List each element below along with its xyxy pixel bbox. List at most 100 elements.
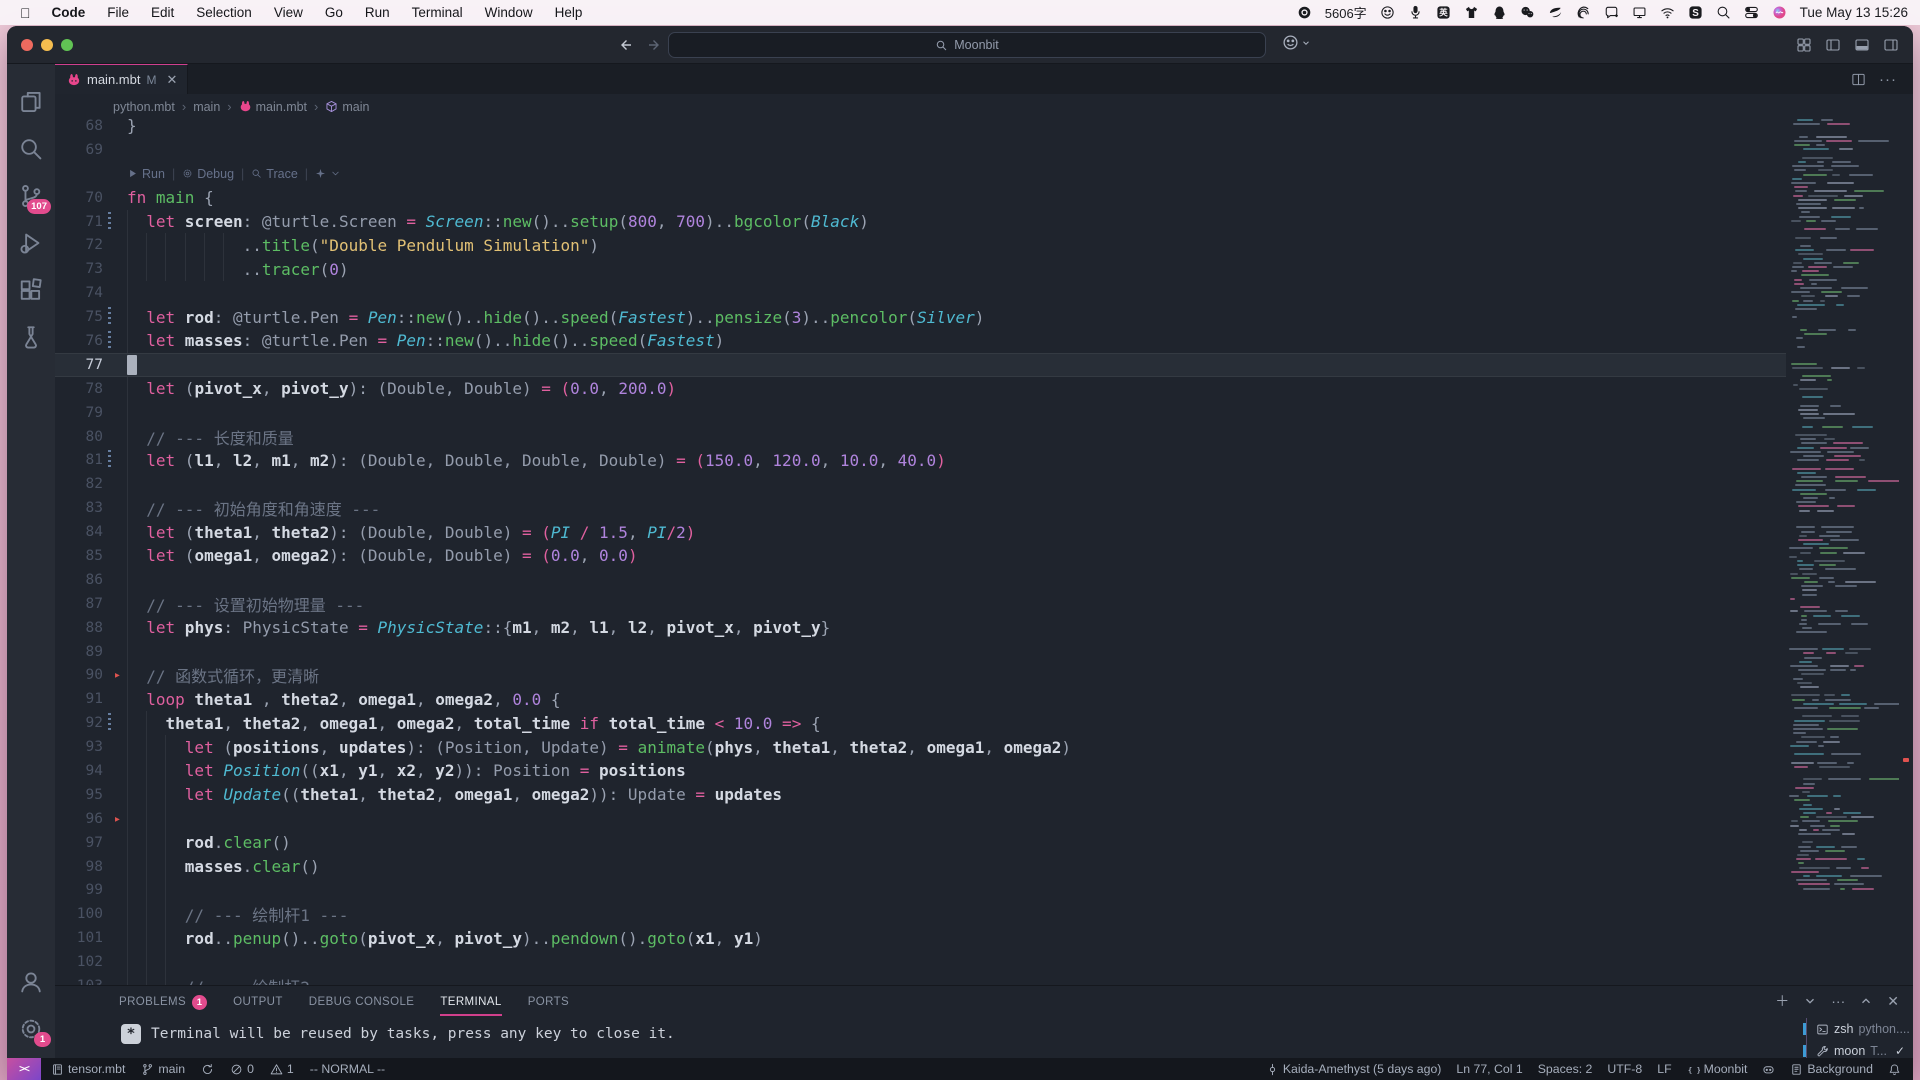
code-line-82[interactable]: 82 bbox=[55, 472, 1786, 496]
terminal-tab-zsh[interactable]: zshpython.... bbox=[1807, 1018, 1913, 1040]
menu-item-go[interactable]: Go bbox=[314, 5, 354, 20]
activity-settings-gear-icon[interactable]: 1 bbox=[7, 1005, 55, 1052]
code-line-70[interactable]: 70fn main { bbox=[55, 186, 1786, 210]
activity-run-debug-icon[interactable] bbox=[7, 219, 55, 266]
spotlight-search-icon[interactable] bbox=[1716, 5, 1731, 20]
menu-item-window[interactable]: Window bbox=[474, 5, 544, 20]
overview-ruler[interactable] bbox=[1899, 119, 1913, 985]
new-terminal-plus-icon[interactable]: ＋ bbox=[1775, 991, 1789, 1011]
english-input-icon[interactable]: 英 bbox=[1436, 5, 1451, 20]
panel-tab-problems[interactable]: PROBLEMS1 bbox=[119, 986, 207, 1016]
menu-item-edit[interactable]: Edit bbox=[140, 5, 185, 20]
activity-source-control-icon[interactable]: 107 bbox=[7, 172, 55, 219]
code-line-100[interactable]: 100 // --- 绘制杆1 --- bbox=[55, 902, 1786, 926]
code-line-87[interactable]: 87 // --- 设置初始物理量 --- bbox=[55, 592, 1786, 616]
code-line-88[interactable]: 88 let phys: PhysicState = PhysicState::… bbox=[55, 616, 1786, 640]
editor-more-actions-icon[interactable]: ··· bbox=[1879, 71, 1897, 88]
code-line-75[interactable]: 75 let rod: @turtle.Pen = Pen::new()..hi… bbox=[55, 305, 1786, 329]
breadcrumb-item[interactable]: python.mbt bbox=[113, 100, 175, 114]
menu-item-selection[interactable]: Selection bbox=[185, 5, 263, 20]
code-line-102[interactable]: 102 bbox=[55, 950, 1786, 974]
launch-profile-chevron-icon[interactable] bbox=[1803, 994, 1817, 1008]
zoom-window-button[interactable] bbox=[61, 39, 73, 51]
close-window-button[interactable] bbox=[21, 39, 33, 51]
menu-item-file[interactable]: File bbox=[96, 5, 140, 20]
mic-icon[interactable] bbox=[1408, 5, 1423, 20]
chat-app-icon[interactable] bbox=[1604, 5, 1619, 20]
tab-close-icon[interactable]: ✕ bbox=[166, 72, 177, 88]
close-panel-icon[interactable]: ✕ bbox=[1887, 993, 1899, 1010]
qq-app-icon[interactable] bbox=[1492, 5, 1507, 20]
code-line-78[interactable]: 78 let (pivot_x, pivot_y): (Double, Doub… bbox=[55, 377, 1786, 401]
code-line-80[interactable]: 80 // --- 长度和质量 bbox=[55, 425, 1786, 449]
code-line-90[interactable]: 90▶ // 函数式循环，更清晰 bbox=[55, 663, 1786, 687]
status-item-tensor-mbt[interactable]: tensor.mbt bbox=[51, 1062, 125, 1076]
code-line-94[interactable]: 94 let Position((x1, y1, x2, y2)): Posit… bbox=[55, 759, 1786, 783]
menu-clock[interactable]: Tue May 13 15:26 bbox=[1800, 5, 1908, 20]
code-line-103[interactable]: 103 // --- 绘制杆2 --- bbox=[55, 974, 1786, 985]
status-item-1[interactable]: 1 bbox=[270, 1062, 294, 1076]
display-icon[interactable] bbox=[1632, 5, 1647, 20]
activity-extensions-icon[interactable] bbox=[7, 266, 55, 313]
apple-menu-icon[interactable]:  bbox=[12, 5, 41, 21]
code-line-79[interactable]: 79 bbox=[55, 401, 1786, 425]
breadcrumb-item[interactable]: main bbox=[193, 100, 220, 114]
code-line-83[interactable]: 83 // --- 初始角度和角速度 --- bbox=[55, 496, 1786, 520]
panel-tab-terminal[interactable]: TERMINAL bbox=[440, 986, 501, 1016]
toggle-primary-sidebar-icon[interactable] bbox=[1825, 37, 1841, 53]
menu-item-help[interactable]: Help bbox=[544, 5, 594, 20]
code-line-73[interactable]: 73 ..tracer(0) bbox=[55, 257, 1786, 281]
menu-item-terminal[interactable]: Terminal bbox=[401, 5, 474, 20]
wechat-icon[interactable] bbox=[1520, 5, 1535, 20]
status-item-background[interactable]: Background bbox=[1790, 1062, 1873, 1076]
code-line-84[interactable]: 84 let (theta1, theta2): (Double, Double… bbox=[55, 520, 1786, 544]
codelens-run[interactable]: Run bbox=[127, 167, 165, 181]
code-line-97[interactable]: 97 rod.clear() bbox=[55, 831, 1786, 855]
split-editor-icon[interactable] bbox=[1851, 72, 1866, 87]
code-line-77[interactable]: 77 bbox=[55, 353, 1786, 377]
profile-button[interactable] bbox=[1282, 34, 1311, 51]
code-line-81[interactable]: 81 let (l1, l2, m1, m2): (Double, Double… bbox=[55, 448, 1786, 472]
status-item-copilot-icon[interactable] bbox=[1762, 1063, 1775, 1076]
minimap[interactable] bbox=[1786, 119, 1899, 985]
code-line-96[interactable]: 96▶ bbox=[55, 807, 1786, 831]
status-item-sync-icon[interactable] bbox=[201, 1063, 214, 1076]
nav-forward-icon[interactable] bbox=[647, 37, 663, 53]
activity-testing-flask-icon[interactable] bbox=[7, 313, 55, 360]
code-line-89[interactable]: 89 bbox=[55, 640, 1786, 664]
code-line-68[interactable]: 68} bbox=[55, 119, 1786, 138]
tab-main-mbt[interactable]: main.mbt M ✕ bbox=[55, 64, 188, 94]
smiley-input-icon[interactable] bbox=[1380, 5, 1395, 20]
status-item-lf[interactable]: LF bbox=[1657, 1062, 1671, 1076]
siri-icon[interactable] bbox=[1772, 5, 1787, 20]
codelens-debug[interactable]: Debug bbox=[182, 167, 234, 181]
code-line-93[interactable]: 93 let (positions, updates): (Position, … bbox=[55, 735, 1786, 759]
code-line-86[interactable]: 86 bbox=[55, 568, 1786, 592]
status-item-ln-77-col-1[interactable]: Ln 77, Col 1 bbox=[1456, 1062, 1522, 1076]
code-line-71[interactable]: 71 let screen: @turtle.Screen = Screen::… bbox=[55, 210, 1786, 234]
panel-tab-ports[interactable]: PORTS bbox=[528, 986, 569, 1016]
minimize-window-button[interactable] bbox=[41, 39, 53, 51]
codelens-ai[interactable] bbox=[315, 168, 341, 179]
status-item-kaida-amethyst-5-days-ag[interactable]: Kaida-Amethyst (5 days ago) bbox=[1266, 1062, 1442, 1076]
shirt-app-icon[interactable] bbox=[1464, 5, 1479, 20]
breadcrumb-item[interactable]: main.mbt bbox=[239, 100, 307, 114]
code-line-85[interactable]: 85 let (omega1, omega2): (Double, Double… bbox=[55, 544, 1786, 568]
customize-layout-icon[interactable] bbox=[1796, 37, 1812, 53]
maximize-panel-chevron-icon[interactable] bbox=[1859, 994, 1873, 1008]
fingerprint-app-icon[interactable] bbox=[1576, 5, 1591, 20]
status-item--normal-[interactable]: -- NORMAL -- bbox=[310, 1062, 385, 1076]
codelens-trace[interactable]: Trace bbox=[251, 167, 298, 181]
code-line-98[interactable]: 98 masses.clear() bbox=[55, 855, 1786, 879]
status-item-spaces-2[interactable]: Spaces: 2 bbox=[1538, 1062, 1593, 1076]
panel-more-actions-icon[interactable]: ··· bbox=[1831, 993, 1845, 1009]
code-line-69[interactable]: 69 bbox=[55, 138, 1786, 162]
code-line-101[interactable]: 101 rod..penup()..goto(pivot_x, pivot_y)… bbox=[55, 926, 1786, 950]
terminal-tab-moon[interactable]: moonT... ✓ bbox=[1807, 1040, 1913, 1062]
code-line-95[interactable]: 95 let Update((theta1, theta2, omega1, o… bbox=[55, 783, 1786, 807]
activity-files-icon[interactable] bbox=[7, 78, 55, 125]
command-center-search[interactable]: Moonbit bbox=[668, 32, 1266, 58]
terminal-output[interactable]: * Terminal will be reused by tasks, pres… bbox=[121, 1024, 675, 1044]
control-center-icon[interactable] bbox=[1744, 5, 1759, 20]
wifi-icon[interactable] bbox=[1660, 5, 1675, 20]
